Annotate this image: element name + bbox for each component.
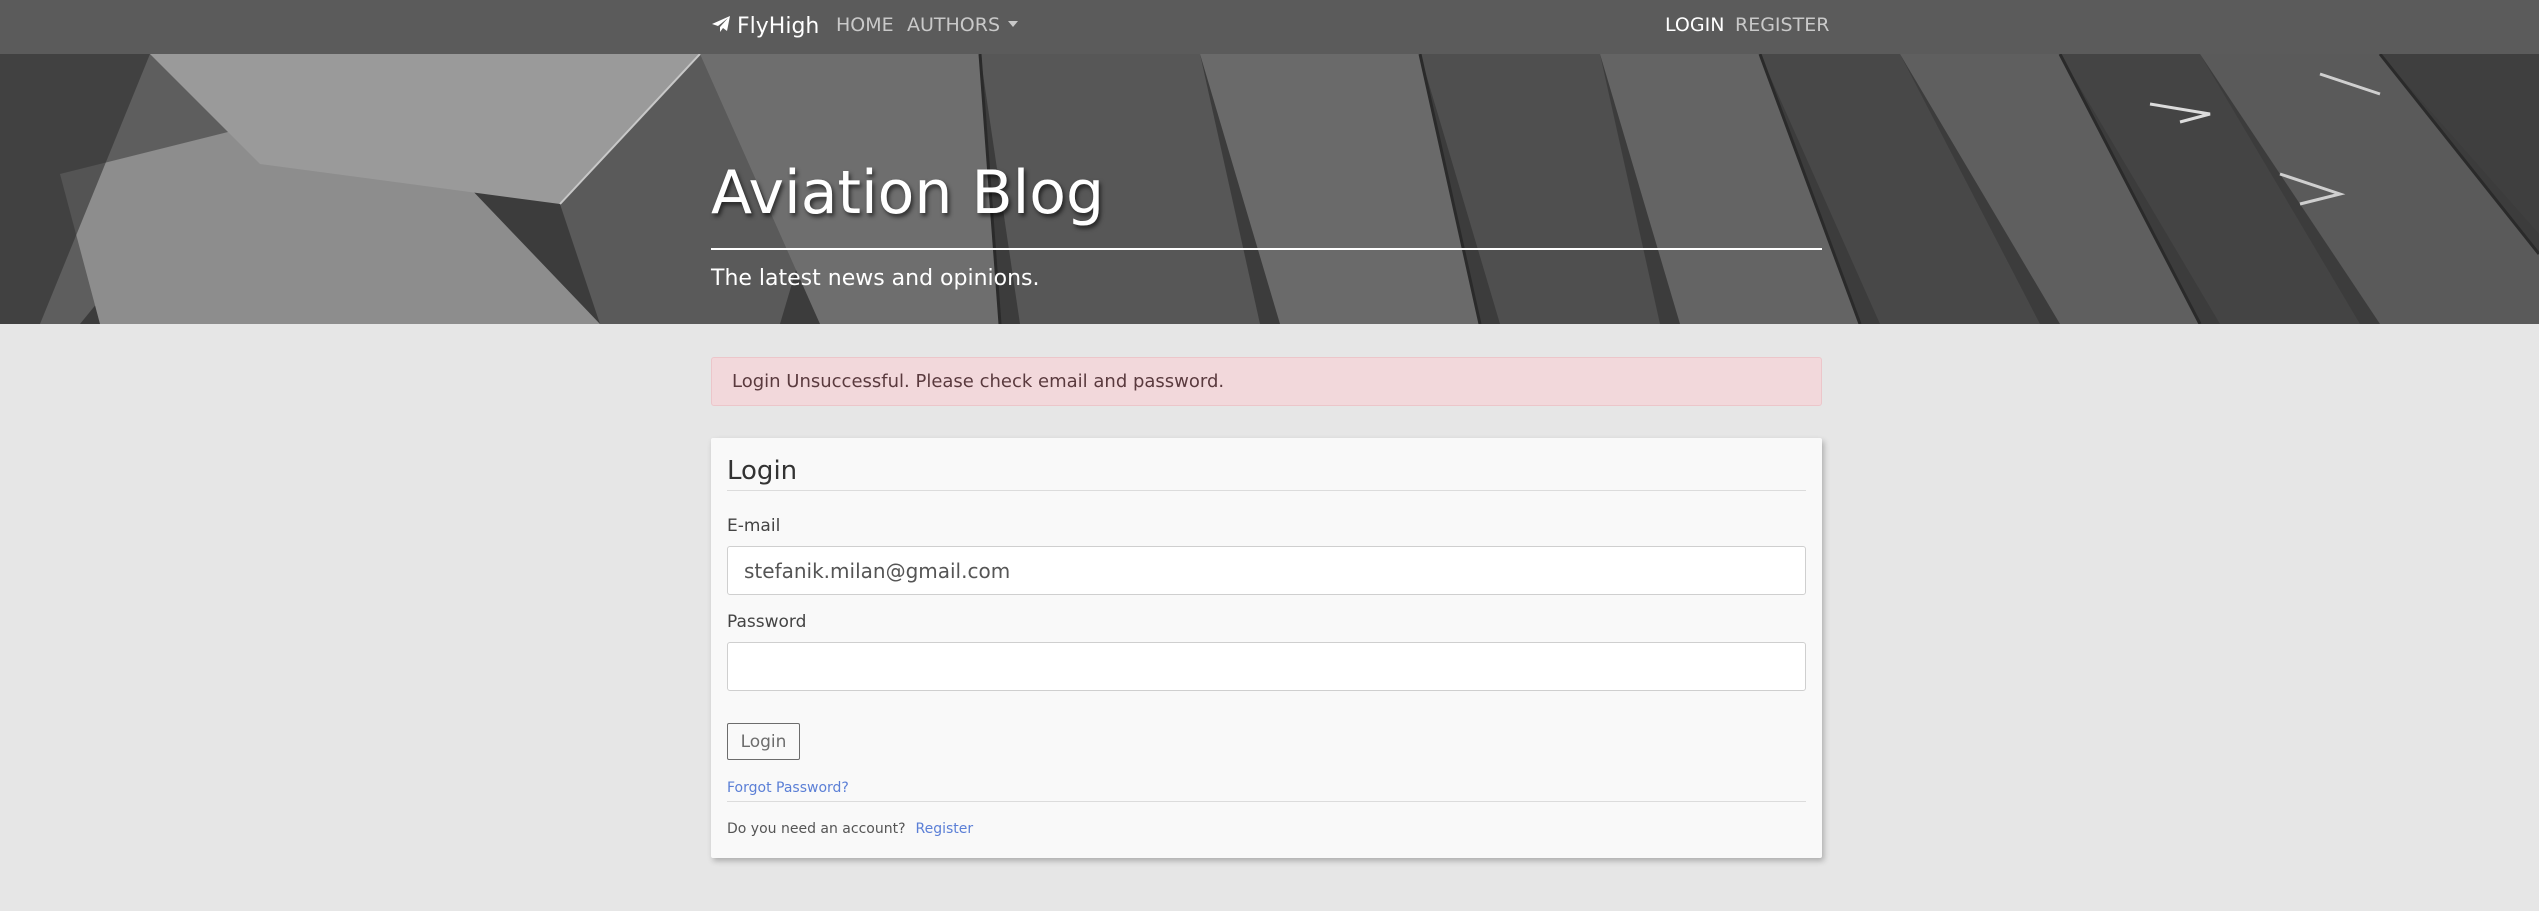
login-error-alert: Login Unsuccessful. Please check email a… (711, 357, 1822, 406)
brand-label: FlyHigh (737, 13, 820, 39)
nav-authors-dropdown[interactable]: AUTHORS (907, 14, 1019, 36)
login-submit-button[interactable]: Login (727, 723, 800, 760)
login-card: Login E-mail Password Login Forgot Passw… (711, 438, 1822, 858)
register-link[interactable]: Register (916, 821, 974, 837)
need-account-text: Do you need an account? (727, 821, 906, 837)
alert-message: Login Unsuccessful. Please check email a… (732, 371, 1225, 392)
top-navbar: FlyHigh HOME AUTHORS LOGIN REGISTER (0, 0, 2539, 54)
password-field[interactable] (727, 642, 1806, 691)
chevron-down-icon (1008, 21, 1019, 27)
brand-link[interactable]: FlyHigh (711, 11, 819, 41)
forgot-password-link[interactable]: Forgot Password? (727, 780, 849, 796)
nav-login-link[interactable]: LOGIN (1665, 14, 1724, 36)
register-prompt: Do you need an account? Register (727, 821, 973, 837)
turbine-blades-background (0, 54, 2539, 324)
navbar-container: FlyHigh HOME AUTHORS LOGIN REGISTER (711, 0, 1829, 54)
email-field[interactable] (727, 546, 1806, 595)
hero-title: Aviation Blog (711, 158, 1105, 228)
hero-subtitle: The latest news and opinions. (711, 266, 1040, 291)
card-footer-divider (727, 801, 1806, 802)
hero-divider (711, 248, 1822, 250)
password-label: Password (727, 612, 807, 632)
nav-authors-label: AUTHORS (907, 14, 1001, 36)
login-card-title: Login (727, 456, 798, 486)
paper-plane-icon (711, 14, 731, 39)
nav-home-link[interactable]: HOME (836, 14, 894, 36)
nav-register-link[interactable]: REGISTER (1735, 14, 1829, 36)
hero-banner: Aviation Blog The latest news and opinio… (0, 54, 2539, 324)
card-divider (727, 490, 1806, 491)
email-label: E-mail (727, 516, 781, 536)
